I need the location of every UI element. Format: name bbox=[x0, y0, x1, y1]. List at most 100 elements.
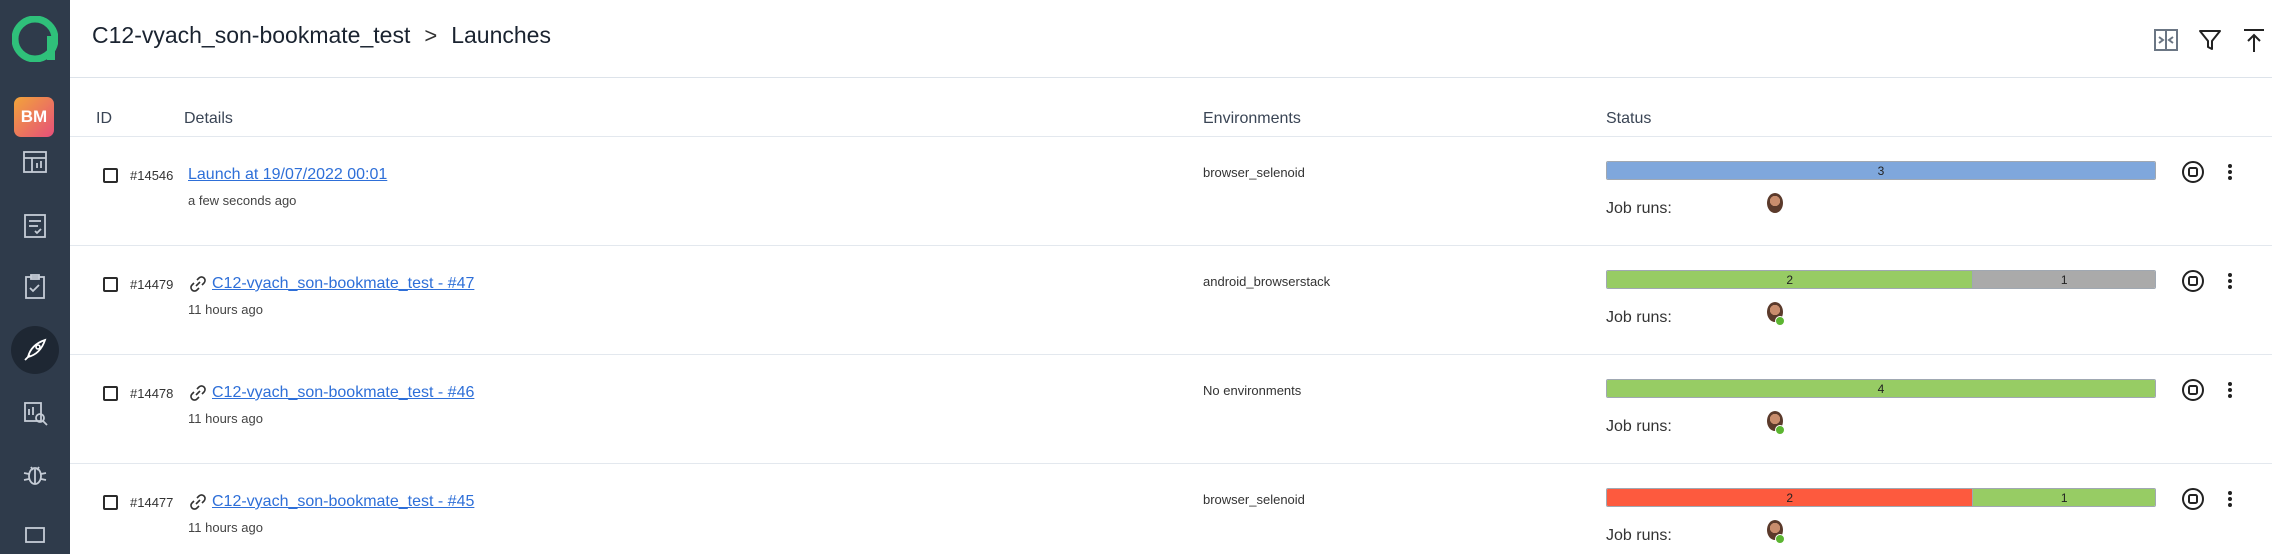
launch-time: 11 hours ago bbox=[188, 520, 263, 535]
table-row[interactable]: #14477 C12-vyach_son-bookmate_test - #45… bbox=[70, 464, 2272, 554]
breadcrumb: C12-vyach_son-bookmate_test > Launches bbox=[92, 22, 551, 49]
column-header-id[interactable]: ID bbox=[96, 110, 112, 128]
status-bar[interactable]: 21 bbox=[1606, 270, 2156, 289]
table-header: ID Details Environments Status bbox=[70, 78, 2272, 137]
kebab-menu-icon bbox=[2228, 491, 2232, 507]
job-runs-label: Job runs: bbox=[1606, 200, 1672, 217]
stop-button[interactable] bbox=[2180, 159, 2206, 185]
launch-id: #14477 bbox=[130, 495, 174, 510]
header-actions bbox=[2140, 22, 2272, 58]
column-header-environments[interactable]: Environments bbox=[1203, 110, 1301, 128]
job-runs-label: Job runs: bbox=[1606, 418, 1672, 435]
compare-button[interactable] bbox=[2148, 22, 2184, 58]
row-checkbox[interactable] bbox=[103, 495, 118, 510]
allure-logo-icon[interactable] bbox=[12, 16, 58, 62]
status-segment[interactable]: 2 bbox=[1607, 271, 1973, 288]
app-root: BM C12-vyach_son-bookmate_test > Launche… bbox=[0, 0, 2272, 554]
launch-time: 11 hours ago bbox=[188, 302, 263, 317]
job-run-avatar[interactable] bbox=[1765, 193, 1785, 217]
job-runs-label: Job runs: bbox=[1606, 309, 1672, 326]
launches-table: ID Details Environments Status #14546 Lau… bbox=[70, 78, 2272, 554]
filter-icon bbox=[2199, 30, 2221, 50]
job-status-dot bbox=[1775, 534, 1785, 544]
row-menu-button[interactable] bbox=[2220, 486, 2240, 512]
compare-icon bbox=[2154, 29, 2178, 51]
status-bar[interactable]: 21 bbox=[1606, 488, 2156, 507]
table-body: #14546 Launch at 19/07/2022 00:01 a few se… bbox=[70, 137, 2272, 554]
link-icon bbox=[190, 276, 206, 292]
test-plans-icon bbox=[25, 274, 45, 299]
sidebar-item-launches[interactable] bbox=[11, 326, 59, 374]
status-segment[interactable]: 3 bbox=[1607, 162, 2155, 179]
row-menu-button[interactable] bbox=[2220, 377, 2240, 403]
status-bar[interactable]: 4 bbox=[1606, 379, 2156, 398]
filter-button[interactable] bbox=[2192, 22, 2228, 58]
stop-button[interactable] bbox=[2180, 268, 2206, 294]
status-segment[interactable]: 4 bbox=[1607, 380, 2155, 397]
sidebar-item-test-plans[interactable] bbox=[11, 263, 59, 311]
environment-label: browser_selenoid bbox=[1203, 165, 1305, 180]
stop-circle-icon bbox=[2182, 161, 2204, 183]
launch-id: #14479 bbox=[130, 277, 174, 292]
row-checkbox[interactable] bbox=[103, 386, 118, 401]
table-row[interactable]: #14478 C12-vyach_son-bookmate_test - #46… bbox=[70, 355, 2272, 464]
analytics-icon bbox=[24, 402, 48, 426]
stop-circle-icon bbox=[2182, 488, 2204, 510]
test-cases-icon bbox=[24, 214, 46, 238]
defects-icon bbox=[23, 466, 47, 485]
launch-title-link[interactable]: Launch at 19/07/2022 00:01 bbox=[188, 166, 387, 184]
kebab-menu-icon bbox=[2228, 273, 2232, 289]
stop-button[interactable] bbox=[2180, 486, 2206, 512]
status-bar[interactable]: 3 bbox=[1606, 161, 2156, 180]
page-header: C12-vyach_son-bookmate_test > Launches bbox=[70, 0, 2272, 78]
sidebar: BM bbox=[0, 0, 70, 554]
sidebar-item-more[interactable] bbox=[11, 513, 59, 554]
job-run-avatar[interactable] bbox=[1765, 520, 1785, 544]
row-checkbox[interactable] bbox=[103, 168, 118, 183]
environment-label: browser_selenoid bbox=[1203, 492, 1305, 507]
sidebar-item-test-cases[interactable] bbox=[11, 202, 59, 250]
status-segment[interactable]: 1 bbox=[1972, 489, 2155, 506]
environment-label: No environments bbox=[1203, 383, 1302, 398]
launch-time: a few seconds ago bbox=[188, 193, 297, 208]
launch-title-link[interactable]: C12-vyach_son-bookmate_test - #47 bbox=[212, 275, 474, 293]
kebab-menu-icon bbox=[2228, 164, 2232, 180]
column-header-status[interactable]: Status bbox=[1606, 110, 1651, 128]
page-title: Launches bbox=[451, 22, 551, 48]
kebab-menu-icon bbox=[2228, 382, 2232, 398]
column-header-details[interactable]: Details bbox=[184, 110, 233, 128]
breadcrumb-project[interactable]: C12-vyach_son-bookmate_test bbox=[92, 22, 410, 49]
sidebar-item-analytics[interactable] bbox=[11, 389, 59, 437]
row-checkbox[interactable] bbox=[103, 277, 118, 292]
launch-title-link[interactable]: C12-vyach_son-bookmate_test - #46 bbox=[212, 384, 474, 402]
job-status-dot bbox=[1775, 316, 1785, 326]
job-run-avatar[interactable] bbox=[1765, 411, 1785, 435]
breadcrumb-separator: > bbox=[424, 22, 438, 48]
launch-id: #14546 bbox=[130, 168, 174, 183]
stop-button[interactable] bbox=[2180, 377, 2206, 403]
launch-id: #14478 bbox=[130, 386, 174, 401]
sidebar-item-defects[interactable] bbox=[11, 450, 59, 498]
status-segment[interactable]: 2 bbox=[1607, 489, 1973, 506]
status-segment[interactable]: 1 bbox=[1972, 271, 2155, 288]
job-run-avatar[interactable] bbox=[1765, 302, 1785, 326]
link-icon bbox=[190, 494, 206, 510]
table-row[interactable]: #14479 C12-vyach_son-bookmate_test - #47… bbox=[70, 246, 2272, 355]
environment-label: android_browserstack bbox=[1203, 274, 1331, 289]
project-badge[interactable]: BM bbox=[14, 97, 54, 137]
upload-button[interactable] bbox=[2236, 22, 2272, 58]
avatar-image bbox=[1767, 193, 1783, 213]
link-icon bbox=[190, 385, 206, 401]
launch-title-link[interactable]: C12-vyach_son-bookmate_test - #45 bbox=[212, 493, 474, 511]
launch-time: 11 hours ago bbox=[188, 411, 263, 426]
launches-icon bbox=[24, 338, 47, 361]
more-icon bbox=[25, 527, 45, 543]
table-row[interactable]: #14546 Launch at 19/07/2022 00:01 a few se… bbox=[70, 137, 2272, 246]
row-menu-button[interactable] bbox=[2220, 268, 2240, 294]
row-menu-button[interactable] bbox=[2220, 159, 2240, 185]
stop-circle-icon bbox=[2182, 270, 2204, 292]
upload-icon bbox=[2244, 29, 2264, 52]
sidebar-item-dashboard[interactable] bbox=[11, 138, 59, 186]
job-runs-label: Job runs: bbox=[1606, 527, 1672, 544]
stop-circle-icon bbox=[2182, 379, 2204, 401]
